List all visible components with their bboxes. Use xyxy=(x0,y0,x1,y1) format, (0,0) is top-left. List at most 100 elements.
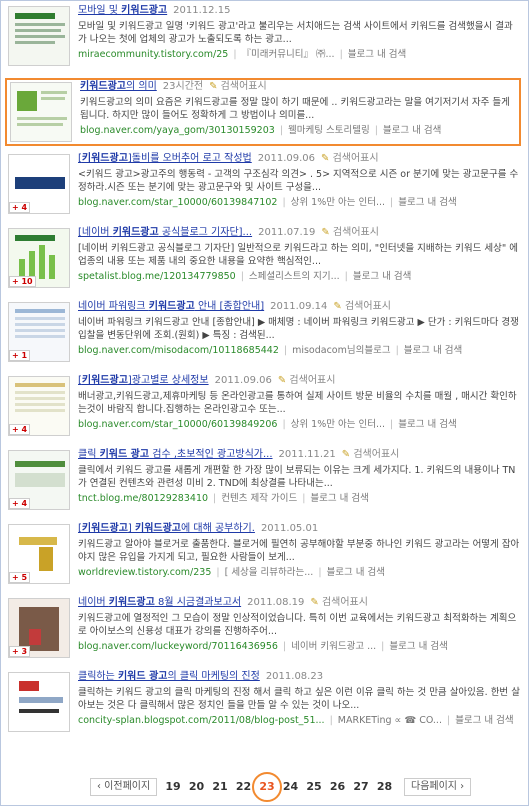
result-url[interactable]: blog.naver.com/yaya_gom/30130159203 xyxy=(80,125,275,136)
page-number-20[interactable]: 20 xyxy=(186,779,208,795)
result-title-row: 모바일 및 키워드광고 2011.12.15 xyxy=(78,4,520,18)
prev-page-button[interactable]: ‹ 이전페이지 xyxy=(90,778,158,796)
page-number-28[interactable]: 28 xyxy=(374,779,396,795)
result-body: 네이버 파워링크 키워드광고 안내 [종합안내] 2011.09.14 ✎ 검색어표… xyxy=(78,300,520,357)
thumbnail-graphic xyxy=(19,537,57,545)
page-number-24[interactable]: 24 xyxy=(280,779,302,795)
separator: | xyxy=(282,197,286,208)
result-url[interactable]: tnct.blog.me/80129283410 xyxy=(78,493,208,504)
separator: | xyxy=(282,419,286,430)
page-number-23[interactable]: 23 xyxy=(252,772,282,802)
result-title-link[interactable]: [키워드광고] 키워드광고에 대해 공부하기. xyxy=(78,523,255,534)
search-in-blog-link[interactable]: 블로그 내 검색 xyxy=(404,345,462,356)
result-url[interactable]: spetalist.blog.me/120134779850 xyxy=(78,271,236,282)
result-thumbnail[interactable]: + 3 xyxy=(8,598,70,658)
result-body: [키워드광고]돌비를 오버추어 로고 작성법 2011.09.06 ✎ 검색어표시 <… xyxy=(78,152,520,209)
page-number-26[interactable]: 26 xyxy=(327,779,349,795)
result-url[interactable]: worldreview.tistory.com/235 xyxy=(78,567,211,578)
result-date: 2011.08.19 xyxy=(247,597,305,608)
result-meta: spetalist.blog.me/120134779850 | 스페셜리스트의 지… xyxy=(78,270,520,283)
result-blog-name[interactable]: 네이버 키워드광고 ... xyxy=(291,641,376,652)
result-thumbnail[interactable] xyxy=(10,82,72,142)
result-thumbnail[interactable]: + 4 xyxy=(8,450,70,510)
result-title-link[interactable]: [키워드광고]광고별로 상세정보 xyxy=(78,375,209,386)
thumbnail-graphic xyxy=(15,235,55,241)
separator: | xyxy=(390,419,394,430)
result-blog-name[interactable]: 컨텐츠 제작 가이드 xyxy=(221,493,297,504)
search-in-blog-link[interactable]: 블로그 내 검색 xyxy=(389,641,447,652)
search-in-blog-link[interactable]: 블로그 내 검색 xyxy=(353,271,411,282)
thumbnail-graphic xyxy=(39,547,53,571)
result-title-link[interactable]: 클릭하는 키워드 광고의 클릭 마케팅의 진정 xyxy=(78,671,260,682)
search-in-blog-link[interactable]: 블로그 내 검색 xyxy=(398,419,456,430)
comment-count-badge: + 10 xyxy=(9,276,36,287)
show-keyword-tag[interactable]: ✎ 검색어표시 xyxy=(278,375,336,386)
result-date: 2011.08.23 xyxy=(265,671,324,682)
separator: | xyxy=(390,197,394,208)
result-blog-name[interactable]: 스페셜리스트의 지기... xyxy=(249,271,340,282)
result-thumbnail[interactable]: + 4 xyxy=(8,376,70,436)
result-blog-name[interactable]: misodacom님의블로그 xyxy=(292,345,391,356)
result-url[interactable]: miraecommunity.tistory.com/25 xyxy=(78,49,228,60)
show-keyword-tag[interactable]: ✎ 검색어표시 xyxy=(310,597,368,608)
page-number-19[interactable]: 19 xyxy=(162,779,184,795)
result-thumbnail[interactable]: + 5 xyxy=(8,524,70,584)
show-keyword-tag[interactable]: ✎ 검색어표시 xyxy=(321,153,379,164)
search-in-blog-link[interactable]: 블로그 내 검색 xyxy=(398,197,456,208)
page-number-21[interactable]: 21 xyxy=(209,779,231,795)
search-in-blog-link[interactable]: 블로그 내 검색 xyxy=(348,49,406,60)
thumbnail-graphic xyxy=(15,473,65,487)
thumbnail-graphic xyxy=(29,629,41,645)
result-blog-name[interactable]: 상위 1%만 아는 인터... xyxy=(291,419,385,430)
result-url[interactable]: blog.naver.com/star_10000/60139847102 xyxy=(78,197,277,208)
result-thumbnail[interactable] xyxy=(8,6,70,66)
result-blog-name[interactable]: [ 세상을 리뷰하라는... xyxy=(225,567,314,578)
result-blog-name[interactable]: 『미래커뮤니티』 ㈜... xyxy=(242,49,335,60)
show-keyword-tag[interactable]: ✎ 검색어표시 xyxy=(321,227,379,238)
result-url[interactable]: blog.naver.com/star_10000/60139849206 xyxy=(78,419,277,430)
show-keyword-tag[interactable]: ✎ 검색어표시 xyxy=(342,449,400,460)
result-meta: blog.naver.com/star_10000/60139849206 | 상위… xyxy=(78,418,520,431)
result-url[interactable]: blog.naver.com/luckeyword/70116436956 xyxy=(78,641,278,652)
separator: | xyxy=(381,641,385,652)
result-title-row: 키워드광고의 의미 23시간전 ✎ 검색어표시 xyxy=(80,80,519,94)
result-blog-name[interactable]: MARKETing ∝ ☎ CO... xyxy=(338,715,442,726)
result-title-link[interactable]: 네이버 파워링크 키워드광고 안내 [종합안내] xyxy=(78,301,264,312)
result-blog-name[interactable]: 상위 1%만 아는 인터... xyxy=(291,197,385,208)
thumbnail-graphic xyxy=(29,251,35,279)
result-title-link[interactable]: 모바일 및 키워드광고 xyxy=(78,5,167,16)
page-number-27[interactable]: 27 xyxy=(350,779,372,795)
page-number-25[interactable]: 25 xyxy=(303,779,325,795)
result-title-link[interactable]: 키워드광고의 의미 xyxy=(80,81,157,92)
result-snippet: 배너광고,키워드광고,제휴마케팅 등 온라인광고를 통하여 실제 사이트 방문 … xyxy=(78,391,517,415)
result-url[interactable]: blog.naver.com/misodacom/10118685442 xyxy=(78,345,279,356)
result-title-link[interactable]: 네이버 키워드광고 8월 시금결과보고서 xyxy=(78,597,241,608)
search-result-item: 클릭하는 키워드 광고의 클릭 마케팅의 진정 2011.08.23 클릭하는 키워… xyxy=(8,670,520,738)
result-thumbnail[interactable] xyxy=(8,672,70,732)
thumbnail-graphic xyxy=(15,323,65,326)
result-url[interactable]: concity-splan.blogspot.com/2011/08/blog-… xyxy=(78,715,325,726)
search-in-blog-link[interactable]: 블로그 내 검색 xyxy=(455,715,513,726)
separator: | xyxy=(344,271,348,282)
search-in-blog-link[interactable]: 블로그 내 검색 xyxy=(327,567,385,578)
search-in-blog-link[interactable]: 블로그 내 검색 xyxy=(310,493,368,504)
pencil-icon: ✎ xyxy=(277,375,290,386)
search-in-blog-link[interactable]: 블로그 내 검색 xyxy=(383,125,441,136)
result-title-link[interactable]: [네이버 키워드광고 공식블로그 기자단]... xyxy=(78,227,252,238)
result-title-row: 클릭 키워드 광고 검수 ,초보적인 광고방식가... 2011.11.21 ✎ 검… xyxy=(78,448,520,462)
result-date: 2011.05.01 xyxy=(260,523,319,534)
show-keyword-tag[interactable]: ✎ 검색어표시 xyxy=(209,81,267,92)
result-title-row: 클릭하는 키워드 광고의 클릭 마케팅의 진정 2011.08.23 xyxy=(78,670,520,684)
result-thumbnail[interactable]: + 1 xyxy=(8,302,70,362)
separator: | xyxy=(374,125,378,136)
result-thumbnail[interactable]: + 4 xyxy=(8,154,70,214)
pencil-icon: ✎ xyxy=(341,449,354,460)
thumbnail-graphic xyxy=(19,697,63,703)
next-page-button[interactable]: 다음페이지 › xyxy=(404,778,472,796)
result-title-row: [키워드광고]돌비를 오버추어 로고 작성법 2011.09.06 ✎ 검색어표시 xyxy=(78,152,520,166)
result-title-link[interactable]: 클릭 키워드 광고 검수 ,초보적인 광고방식가... xyxy=(78,449,273,460)
result-title-link[interactable]: [키워드광고]돌비를 오버추어 로고 작성법 xyxy=(78,153,252,164)
result-thumbnail[interactable]: + 10 xyxy=(8,228,70,288)
show-keyword-tag[interactable]: ✎ 검색어표시 xyxy=(333,301,391,312)
result-blog-name[interactable]: 웰마케팅 스토리텔링 xyxy=(288,125,370,136)
